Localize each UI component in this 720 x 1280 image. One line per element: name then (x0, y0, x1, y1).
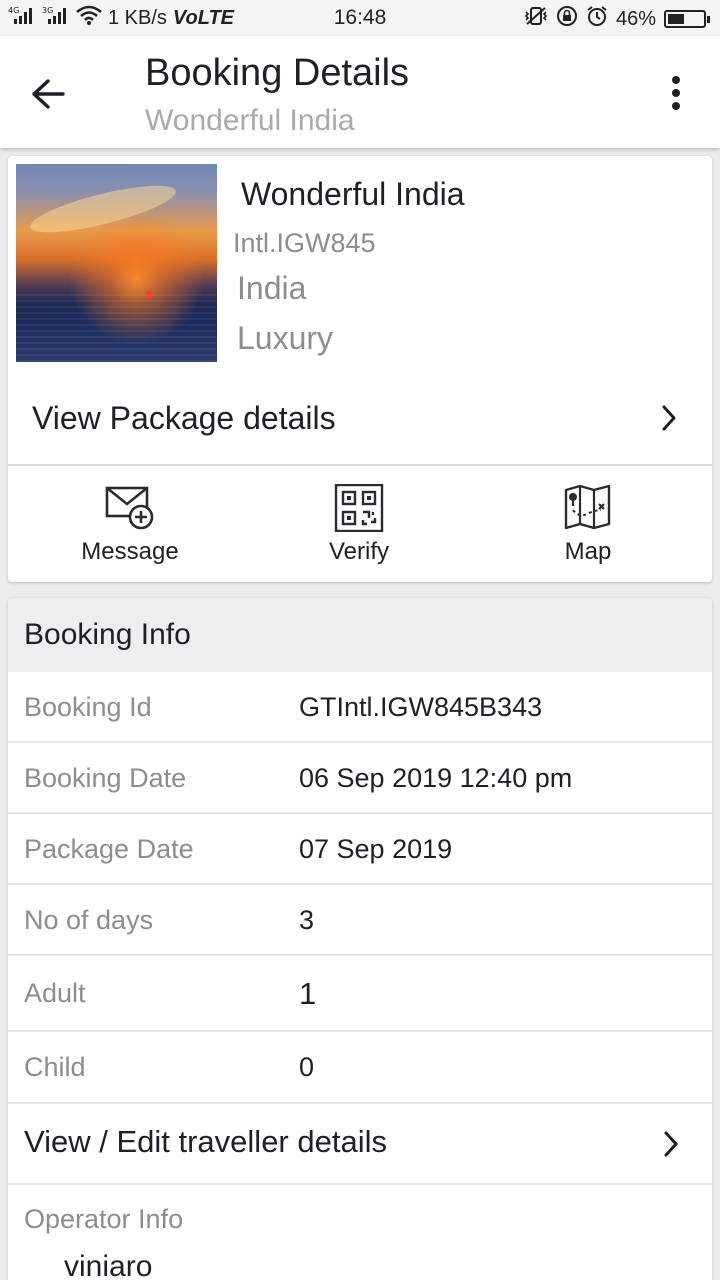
vibrate-icon (524, 6, 548, 32)
package-country: India (237, 270, 307, 306)
app-bar: Booking Details Wonderful India (0, 36, 720, 148)
no-of-days-row: No of days 3 (8, 885, 712, 956)
row-key: Booking Id (24, 692, 152, 722)
verify-label: Verify (328, 538, 390, 565)
message-button[interactable]: Message (50, 484, 210, 566)
child-row: Child 0 (8, 1032, 712, 1104)
arrow-left-icon (32, 79, 65, 109)
chevron-right-icon (660, 404, 678, 437)
status-right: 46% (524, 5, 710, 33)
row-value: 07 Sep 2019 (299, 834, 453, 864)
booking-date-row: Booking Date 06 Sep 2019 12:40 pm (8, 743, 712, 814)
package-date-row: Package Date 07 Sep 2019 (8, 814, 712, 885)
view-edit-traveller-button[interactable]: View / Edit traveller details (8, 1104, 712, 1185)
row-key: Adult (24, 978, 86, 1008)
booking-info-title: Booking Info (24, 618, 191, 651)
map-icon (564, 484, 611, 530)
battery-percent: 46% (615, 7, 656, 30)
row-value: 0 (299, 1052, 315, 1082)
verify-button[interactable]: Verify (279, 484, 439, 566)
booking-info-card: Booking Info Booking Id GTIntl.IGW845B34… (8, 598, 712, 1280)
more-options-button[interactable] (656, 70, 696, 116)
image-sea (16, 294, 217, 362)
adult-row: Adult 1 (8, 956, 712, 1032)
package-name: Wonderful India (241, 176, 465, 212)
package-code: Intl.IGW845 (233, 228, 376, 258)
more-vertical-icon (672, 76, 680, 110)
row-key: Booking Date (24, 763, 187, 793)
row-value: 1 (299, 976, 317, 1011)
package-category: Luxury (237, 320, 334, 356)
map-label: Map (564, 538, 612, 565)
view-package-details-button[interactable]: View Package details (8, 378, 712, 466)
operator-info-label: Operator Info (24, 1204, 184, 1234)
package-image[interactable] (16, 164, 217, 362)
page-subtitle: Wonderful India (145, 104, 355, 137)
mail-plus-icon (105, 486, 154, 530)
rotation-lock-icon (556, 5, 578, 33)
view-package-details-label: View Package details (32, 400, 336, 436)
row-value: 06 Sep 2019 12:40 pm (299, 763, 573, 793)
battery-icon (664, 10, 710, 28)
package-card: Wonderful India Intl.IGW845 India Luxury… (8, 156, 712, 582)
status-bar: 4G 3G 1 KB/s VoLTE 16:48 46% (0, 0, 720, 36)
chevron-right-icon (662, 1130, 680, 1163)
image-cloud (26, 176, 180, 242)
alarm-icon (586, 5, 608, 33)
row-value: 3 (299, 905, 315, 935)
booking-id-row: Booking Id GTIntl.IGW845B343 (8, 672, 712, 743)
operator-name: viniaro (64, 1250, 153, 1280)
back-button[interactable] (22, 68, 74, 120)
row-value: GTIntl.IGW845B343 (299, 692, 543, 722)
page-title: Booking Details (145, 52, 410, 94)
map-button[interactable]: Map (508, 484, 668, 566)
booking-info-header: Booking Info (8, 598, 712, 672)
qr-code-icon (334, 484, 384, 532)
package-actions: Message Verify Map (8, 468, 712, 580)
message-label: Message (81, 538, 179, 565)
row-key: Child (24, 1052, 86, 1082)
battery-fill (668, 14, 684, 24)
row-key: No of days (24, 905, 154, 935)
view-edit-traveller-label: View / Edit traveller details (24, 1124, 387, 1159)
row-key: Package Date (24, 834, 194, 864)
